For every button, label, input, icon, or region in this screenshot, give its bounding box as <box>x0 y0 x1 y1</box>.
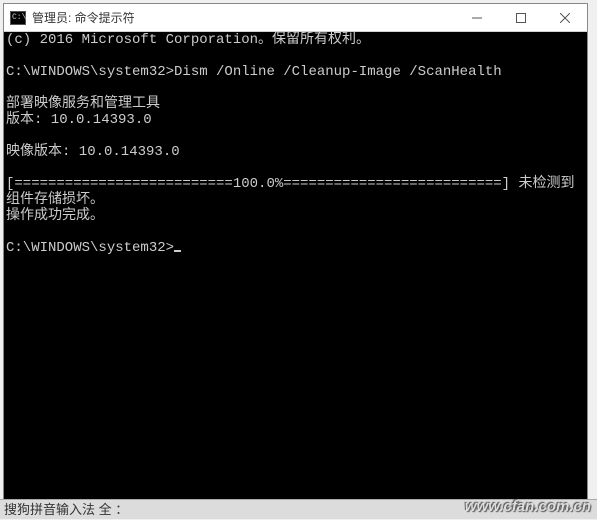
window-controls <box>455 4 587 31</box>
maximize-icon <box>516 13 526 23</box>
titlebar[interactable]: C:\ 管理员: 命令提示符 <box>4 4 587 32</box>
ime-status-bar: 搜狗拼音输入法 全 ： <box>0 499 597 519</box>
console-output[interactable]: (c) 2016 Microsoft Corporation。保留所有权利。 C… <box>4 32 587 509</box>
cursor <box>174 250 181 252</box>
minimize-button[interactable] <box>455 4 499 31</box>
cmd-icon: C:\ <box>10 11 26 25</box>
minimize-icon <box>472 13 482 23</box>
window-title: 管理员: 命令提示符 <box>32 9 455 26</box>
close-button[interactable] <box>543 4 587 31</box>
console-window: C:\ 管理员: 命令提示符 (c) 2016 Microsoft Corpor… <box>3 3 588 510</box>
maximize-button[interactable] <box>499 4 543 31</box>
close-icon <box>560 13 570 23</box>
